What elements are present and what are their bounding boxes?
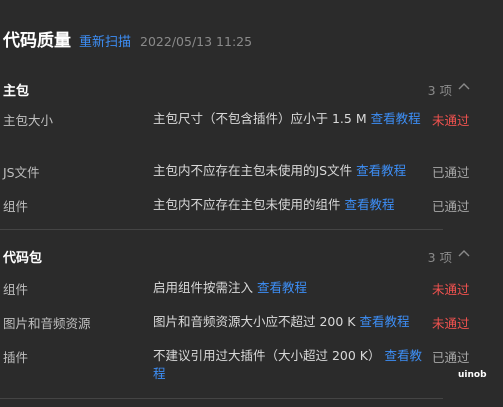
section-count: 3 项 bbox=[427, 250, 452, 265]
view-tutorial-link[interactable]: 查看教程 bbox=[360, 314, 410, 329]
row-description: 图片和音频资源大小应不超过 200 K 查看教程 bbox=[153, 314, 410, 329]
status-badge: 未通过 bbox=[432, 113, 470, 128]
page-header: 代码质量 重新扫描 2022/05/13 11:25 bbox=[3, 26, 252, 51]
row-label: JS文件 bbox=[3, 165, 40, 180]
chevron-up-icon[interactable] bbox=[458, 82, 470, 90]
section-header[interactable]: 主包 3 项 bbox=[0, 72, 480, 102]
watermark-logo: uinob bbox=[458, 370, 487, 380]
row-description: 主包内不应存在主包未使用的JS文件 查看教程 bbox=[153, 163, 407, 178]
status-badge: 已通过 bbox=[432, 199, 470, 214]
row-label: 主包大小 bbox=[3, 113, 54, 128]
row-label: 插件 bbox=[3, 350, 29, 365]
page-title: 代码质量 bbox=[3, 31, 71, 51]
status-badge: 已通过 bbox=[432, 350, 470, 365]
row-description: 不建议引用过大插件（大小超过 200 K） 查看教程 bbox=[153, 348, 423, 381]
view-tutorial-link[interactable]: 查看教程 bbox=[356, 163, 406, 178]
section-count: 3 项 bbox=[427, 83, 452, 98]
row-description: 启用组件按需注入 查看教程 bbox=[153, 280, 308, 295]
row-description: 主包尺寸（不包含插件）应小于 1.5 M 查看教程 bbox=[153, 111, 421, 126]
section-title: 代码包 bbox=[3, 251, 43, 266]
rescan-button[interactable]: 重新扫描 bbox=[79, 31, 131, 50]
section-title: 主包 bbox=[3, 84, 30, 99]
status-badge: 已通过 bbox=[432, 165, 470, 180]
section-divider bbox=[0, 398, 443, 399]
row-label: 组件 bbox=[3, 282, 29, 297]
section-main-package: 主包 3 项 bbox=[0, 72, 480, 102]
view-tutorial-link[interactable]: 查看教程 bbox=[345, 197, 395, 212]
section-header[interactable]: 代码包 3 项 bbox=[0, 239, 480, 269]
status-badge: 未通过 bbox=[432, 316, 470, 331]
status-badge: 未通过 bbox=[432, 282, 470, 297]
view-tutorial-link[interactable]: 查看教程 bbox=[257, 280, 307, 295]
row-label: 组件 bbox=[3, 199, 29, 214]
section-code-package: 代码包 3 项 bbox=[0, 239, 480, 269]
chevron-up-icon[interactable] bbox=[458, 249, 470, 257]
section-divider bbox=[0, 229, 443, 230]
row-description: 主包内不应存在主包未使用的组件 查看教程 bbox=[153, 197, 395, 212]
view-tutorial-link[interactable]: 查看教程 bbox=[371, 111, 421, 126]
row-label: 图片和音频资源 bbox=[3, 316, 91, 331]
scan-timestamp: 2022/05/13 11:25 bbox=[140, 34, 253, 49]
